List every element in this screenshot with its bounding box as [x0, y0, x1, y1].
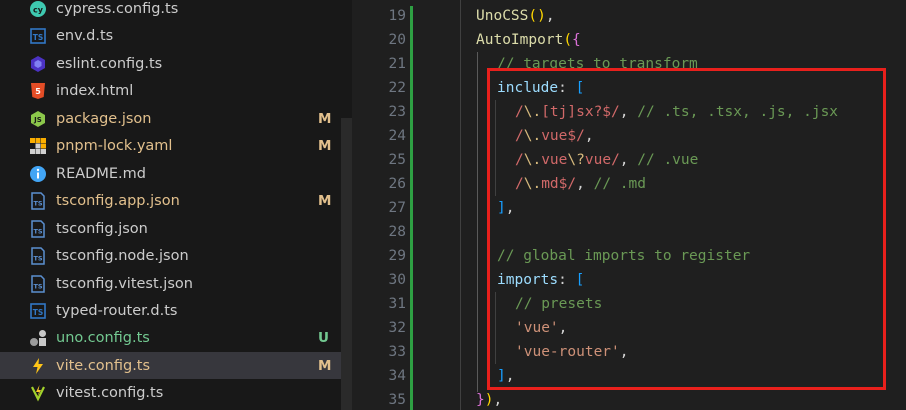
file-item-cypress-config[interactable]: cy cypress.config.ts [0, 0, 341, 22]
svg-text:TS: TS [33, 282, 42, 290]
file-name: vitest.config.ts [56, 384, 164, 401]
line-number: 27 [388, 200, 406, 216]
tsconfig-icon: TS [29, 219, 47, 238]
file-name: pnpm-lock.yaml [56, 137, 173, 154]
line-number: 20 [388, 32, 406, 48]
file-item-pnpm-lock[interactable]: pnpm-lock.yaml M [0, 132, 341, 159]
unocss-icon [29, 329, 47, 347]
svg-text:JS: JS [33, 116, 42, 124]
file-item-vite-config[interactable]: vite.config.ts M [0, 352, 341, 380]
file-item-tsconfig-node[interactable]: TS tsconfig.node.json [0, 242, 341, 269]
file-name: README.md [56, 165, 146, 182]
file-name: package.json [56, 110, 152, 127]
line-number: 29 [388, 248, 406, 264]
token-fn-unocss: UnoCSS [476, 8, 529, 24]
file-name: eslint.config.ts [56, 55, 163, 72]
token-brace: { [572, 32, 581, 48]
file-name: cypress.config.ts [56, 0, 179, 17]
file-name: env.d.ts [56, 27, 114, 44]
eslint-icon [29, 55, 47, 73]
token-comma: , [545, 8, 555, 24]
file-item-typed-router[interactable]: TS typed-router.d.ts [0, 297, 341, 324]
line-number: 26 [388, 176, 406, 192]
token-comma: , [493, 392, 503, 408]
line-number: 31 [388, 296, 406, 312]
highlight-box [487, 68, 886, 390]
cypress-icon: cy [29, 0, 47, 18]
token-brace: } [476, 392, 485, 408]
line-number: 28 [388, 224, 406, 240]
svg-text:TS: TS [33, 308, 44, 317]
svg-text:TS: TS [33, 227, 42, 235]
explorer-scrollbar[interactable] [341, 118, 352, 410]
file-item-uno-config[interactable]: uno.config.ts U [0, 324, 341, 351]
line-number: 32 [388, 320, 406, 336]
file-name: typed-router.d.ts [56, 302, 178, 319]
file-name: tsconfig.vitest.json [56, 275, 193, 292]
file-name: tsconfig.node.json [56, 247, 189, 264]
line-number: 23 [388, 104, 406, 120]
svg-text:TS: TS [33, 254, 42, 262]
modified-badge: M [318, 192, 332, 209]
file-item-env-d-ts[interactable]: TS env.d.ts [0, 22, 341, 49]
svg-text:TS: TS [33, 33, 44, 42]
file-name: index.html [56, 82, 134, 99]
modified-badge: M [318, 110, 332, 127]
typescript-def-icon: TS [29, 302, 47, 320]
code-line-35: }), [476, 392, 502, 408]
line-number: 35 [388, 392, 406, 408]
file-item-package-json[interactable]: JS package.json M [0, 105, 341, 132]
file-item-index-html[interactable]: 5 index.html [0, 77, 341, 104]
file-name: tsconfig.json [56, 220, 148, 237]
token-fn-autoimport: AutoImport [476, 32, 564, 48]
file-item-tsconfig-vitest[interactable]: TS tsconfig.vitest.json [0, 270, 341, 297]
info-icon [29, 165, 47, 183]
line-number: 19 [388, 8, 406, 24]
line-number: 25 [388, 152, 406, 168]
tsconfig-icon: TS [29, 246, 47, 265]
line-number: 30 [388, 272, 406, 288]
code-line-19: UnoCSS(), [476, 8, 555, 24]
tsconfig-icon: TS [29, 274, 47, 293]
nodejs-icon: JS [29, 110, 47, 128]
file-name: uno.config.ts [56, 329, 150, 346]
line-number: 21 [388, 56, 406, 72]
modified-badge: M [318, 357, 332, 374]
line-number: 33 [388, 344, 406, 360]
token-paren: ( [563, 32, 573, 48]
token-paren: () [528, 8, 546, 24]
typescript-def-icon: TS [29, 27, 47, 45]
pnpm-icon [29, 137, 47, 155]
file-item-eslint-config[interactable]: eslint.config.ts [0, 50, 341, 77]
html-icon: 5 [29, 82, 47, 100]
modified-badge: M [318, 137, 332, 154]
git-added-gutter [410, 6, 413, 410]
file-item-tsconfig[interactable]: TS tsconfig.json [0, 215, 341, 242]
tsconfig-icon: TS [29, 191, 47, 210]
file-item-tsconfig-app[interactable]: TS tsconfig.app.json M [0, 187, 341, 214]
code-line-20: AutoImport({ [476, 32, 581, 48]
svg-text:5: 5 [35, 87, 41, 96]
indent-guide [477, 52, 478, 392]
vitest-icon [29, 384, 47, 402]
untracked-badge: U [318, 329, 329, 346]
file-item-readme[interactable]: README.md [0, 160, 341, 187]
line-number: 24 [388, 128, 406, 144]
file-name: vite.config.ts [56, 357, 151, 374]
line-number: 34 [388, 368, 406, 384]
svg-text:cy: cy [33, 5, 44, 14]
file-name: tsconfig.app.json [56, 192, 180, 209]
file-explorer: cy cypress.config.ts TS env.d.ts eslint.… [0, 0, 352, 410]
vite-icon [29, 357, 47, 375]
file-item-vitest-config[interactable]: vitest.config.ts [0, 379, 341, 406]
indent-guide [460, 0, 461, 410]
line-number: 22 [388, 80, 406, 96]
svg-text:TS: TS [33, 199, 42, 207]
